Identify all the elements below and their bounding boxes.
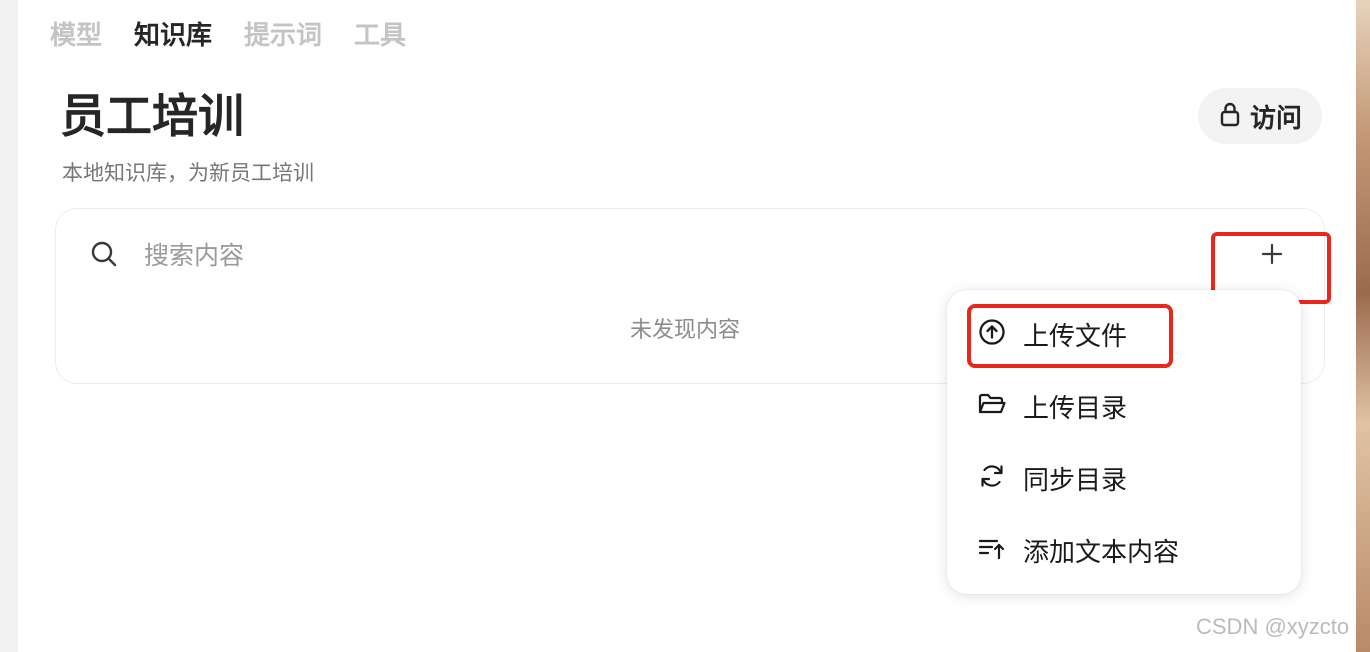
menu-item-label: 同步目录 bbox=[1023, 465, 1128, 496]
lock-icon bbox=[1218, 101, 1242, 131]
menu-item-upload-folder[interactable]: 上传目录 bbox=[977, 386, 1127, 426]
upload-file-highlight-box bbox=[967, 304, 1173, 368]
background-edge bbox=[1356, 0, 1370, 652]
access-button-label: 访问 bbox=[1249, 103, 1302, 134]
menu-item-sync-folder[interactable]: 同步目录 bbox=[977, 458, 1127, 498]
tab-prompts[interactable]: 提示词 bbox=[244, 18, 322, 54]
tab-models[interactable]: 模型 bbox=[50, 18, 102, 54]
page-subtitle: 本地知识库，为新员工培训 bbox=[62, 161, 314, 185]
search-icon bbox=[90, 240, 118, 268]
menu-item-add-text[interactable]: 添加文本内容 bbox=[977, 530, 1179, 570]
watermark: CSDN @xyzcto bbox=[1196, 614, 1350, 639]
empty-state-text: 未发现内容 bbox=[630, 318, 741, 343]
sync-icon bbox=[977, 461, 1007, 495]
top-tabs: 模型 知识库 提示词 工具 bbox=[50, 18, 406, 54]
folder-open-icon bbox=[977, 389, 1007, 423]
tab-knowledge-base[interactable]: 知识库 bbox=[134, 18, 212, 54]
left-edge-strip bbox=[0, 0, 18, 652]
access-button[interactable]: 访问 bbox=[1198, 88, 1322, 144]
tab-tools[interactable]: 工具 bbox=[354, 18, 406, 54]
add-text-icon bbox=[977, 533, 1007, 567]
page-title: 员工培训 bbox=[60, 89, 244, 143]
search-input[interactable] bbox=[144, 234, 1124, 276]
menu-item-label: 添加文本内容 bbox=[1023, 537, 1180, 568]
menu-item-label: 上传目录 bbox=[1023, 393, 1128, 424]
